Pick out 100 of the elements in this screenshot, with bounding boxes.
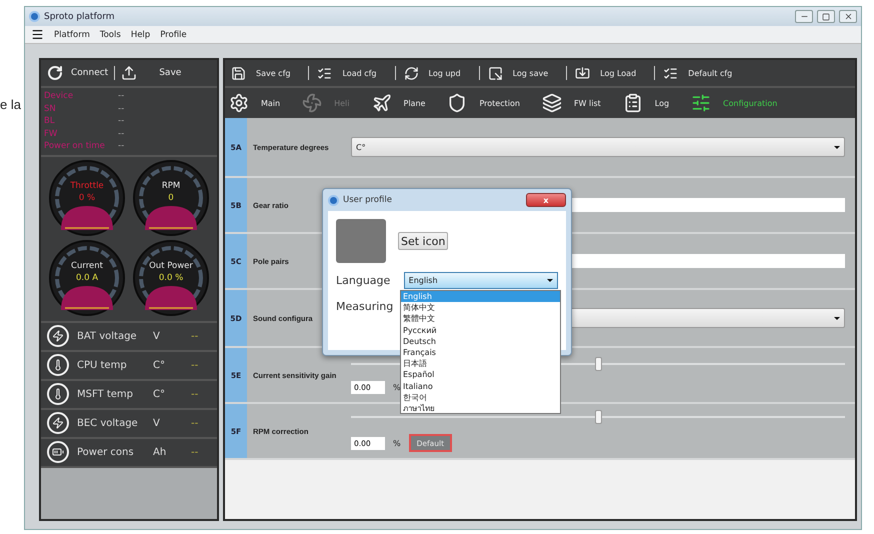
measuring-label: Measuring <box>336 300 394 312</box>
language-option[interactable]: Español <box>401 369 560 380</box>
maximize-icon <box>822 12 830 20</box>
save-button[interactable]: Save <box>121 65 182 81</box>
unit-label: % <box>393 382 401 392</box>
close-button[interactable] <box>839 10 857 23</box>
slider[interactable] <box>351 356 845 370</box>
gauge-label: Current <box>71 260 103 272</box>
info-label: BL <box>44 115 56 128</box>
sensor-label: BEC voltage <box>77 418 139 428</box>
refresh-icon <box>404 66 419 80</box>
toolbar-button[interactable]: Log upd <box>404 66 461 80</box>
close-icon <box>844 12 852 21</box>
page-text: e la <box>0 97 21 112</box>
set-icon-button[interactable]: Set icon <box>398 232 448 250</box>
tab[interactable]: Configuration <box>691 93 778 113</box>
sensor-label: CPU temp <box>77 360 128 370</box>
gauge-value: 0.0 A <box>76 272 98 284</box>
import-icon <box>575 66 590 80</box>
menu-item[interactable]: Help <box>130 30 150 40</box>
language-option[interactable]: 简体中文 <box>401 302 560 314</box>
plane-icon <box>372 93 392 113</box>
connect-button[interactable]: Connect <box>47 65 108 81</box>
menu-item[interactable]: Platform <box>54 30 90 40</box>
sliders-icon <box>691 93 712 113</box>
select-field[interactable]: C° <box>351 137 845 157</box>
checklist-icon <box>317 66 332 80</box>
sensor-unit: V <box>153 418 161 428</box>
info-value: -- <box>118 90 126 102</box>
app-logo-icon <box>29 11 40 22</box>
info-label: SN <box>44 102 57 115</box>
slider[interactable] <box>351 410 845 424</box>
info-value: -- <box>118 102 126 115</box>
info-label: Power on time <box>44 140 106 152</box>
sensor-value: -- <box>191 360 198 370</box>
tab[interactable]: Plane <box>372 93 426 113</box>
shield-icon <box>447 93 468 113</box>
toolbar-button[interactable]: Load cfg <box>317 66 377 80</box>
gauge-value: 0 % <box>78 192 96 204</box>
gauge-value: 0.0 % <box>158 272 184 284</box>
clipboard-icon <box>622 93 643 113</box>
thermometer-icon <box>47 354 69 376</box>
sensor-unit: C° <box>153 360 166 370</box>
gauge-label: RPM <box>162 180 180 192</box>
language-select[interactable]: English <box>404 272 558 288</box>
sensor-label: BAT voltage <box>77 330 138 342</box>
menu-item[interactable]: Tools <box>100 30 121 40</box>
maximize-button[interactable] <box>817 10 835 23</box>
menu-item[interactable]: Profile <box>160 30 187 40</box>
toolbar-button[interactable]: Default cfg <box>663 66 732 80</box>
tab[interactable]: Log <box>622 93 670 113</box>
gauge-label: Out Power <box>149 260 193 272</box>
minimize-button[interactable] <box>795 10 813 23</box>
menu-icon[interactable] <box>31 28 44 41</box>
gauge-label: Throttle <box>70 180 104 192</box>
language-option[interactable]: 繁體中文 <box>401 313 560 325</box>
layers-icon <box>542 93 562 113</box>
language-option[interactable]: Français <box>401 346 560 358</box>
dialog-title: User profile <box>343 195 393 205</box>
sensor-unit: V <box>153 330 161 342</box>
language-option[interactable]: 한국어 <box>401 392 560 403</box>
language-option[interactable]: Русский <box>401 324 560 336</box>
info-value: -- <box>118 140 126 152</box>
language-option[interactable]: Italiano <box>401 380 560 392</box>
lightning-icon <box>47 325 69 347</box>
gear-icon <box>229 93 249 113</box>
info-value: -- <box>118 128 126 140</box>
language-option[interactable]: Deutsch <box>401 336 560 347</box>
toolbar-button[interactable]: Log save <box>488 66 548 80</box>
sensor-value: -- <box>191 418 198 428</box>
avatar <box>336 219 386 263</box>
close-button[interactable]: x <box>526 193 566 207</box>
language-option[interactable]: ภาษาไทย <box>401 402 560 413</box>
app-logo-icon <box>328 194 339 206</box>
thermometer-icon <box>47 383 69 405</box>
sensor-value: -- <box>191 388 198 400</box>
window-title: Sproto platform <box>44 12 116 22</box>
export-icon <box>488 66 503 80</box>
info-value: -- <box>118 115 126 128</box>
tab[interactable]: Protection <box>447 93 520 113</box>
upload-icon <box>121 65 138 81</box>
floppy-icon <box>231 66 246 80</box>
gauge-value: 0 <box>168 192 174 204</box>
checklist-icon <box>663 66 678 80</box>
refresh-icon <box>47 65 63 81</box>
sensor-unit: Ah <box>153 446 168 458</box>
unit-label: % <box>393 438 401 448</box>
tab[interactable]: Main <box>229 93 280 113</box>
lightning-icon <box>47 412 69 434</box>
info-label: Device <box>44 90 74 102</box>
language-option[interactable]: 日本語 <box>401 358 560 370</box>
info-label: FW <box>44 128 58 140</box>
language-label: Language <box>336 274 392 286</box>
sensor-label: Power cons <box>77 446 135 458</box>
toolbar-button[interactable]: Save cfg <box>231 66 290 80</box>
sensor-label: MSFT temp <box>77 388 134 400</box>
tab[interactable]: FW list <box>542 93 601 113</box>
sensor-value: -- <box>191 446 198 458</box>
sensor-value: -- <box>191 330 198 342</box>
toolbar-button[interactable]: Log Load <box>575 66 636 80</box>
